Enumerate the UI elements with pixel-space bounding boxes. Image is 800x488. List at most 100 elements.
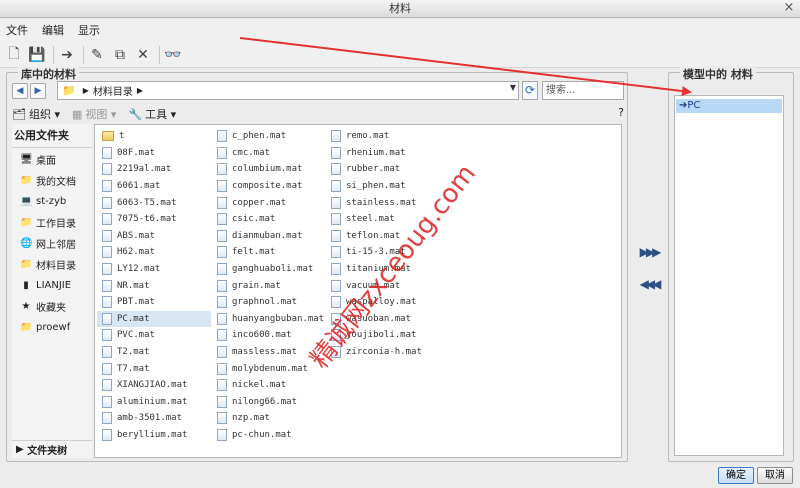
file-item[interactable]: amb-3501.mat <box>97 410 211 427</box>
arrow-right-icon[interactable]: ➔ <box>57 45 77 65</box>
glasses-icon[interactable]: 👓 <box>163 45 183 65</box>
model-materials-list: ➔PC <box>674 95 784 456</box>
forward-icon[interactable]: ▶ <box>30 83 46 99</box>
breadcrumb-materials[interactable]: 材料目录 <box>93 83 133 98</box>
file-item[interactable]: molybdenum.mat <box>212 360 326 377</box>
file-item[interactable]: c_phen.mat <box>212 128 326 145</box>
ok-button[interactable]: 确定 <box>718 467 754 484</box>
file-item[interactable]: PBT.mat <box>97 294 211 311</box>
menu-view[interactable]: 显示 <box>78 22 100 38</box>
file-icon <box>331 229 341 242</box>
file-name: copper.mat <box>232 197 287 208</box>
file-name: steel.mat <box>346 214 395 225</box>
remove-from-model-button[interactable]: ◀◀◀ <box>636 274 662 294</box>
file-icon <box>102 412 112 425</box>
add-to-model-button[interactable]: ▶▶▶ <box>636 242 662 262</box>
sidebar-item-workdir[interactable]: 📁 工作目录 <box>12 213 92 232</box>
file-item[interactable]: columbium.mat <box>212 161 326 178</box>
workdir-icon: 📁 <box>20 216 33 228</box>
organize-menu[interactable]: 🗂 组织 ▾ <box>12 106 60 122</box>
file-item[interactable]: ABS.mat <box>97 228 211 245</box>
file-item[interactable]: graphnol.mat <box>212 294 326 311</box>
back-icon[interactable]: ◀ <box>12 83 28 99</box>
file-item[interactable]: PVC.mat <box>97 327 211 344</box>
file-item[interactable]: 6063-T5.mat <box>97 194 211 211</box>
file-item[interactable]: 7075-t6.mat <box>97 211 211 228</box>
file-item[interactable]: nickel.mat <box>212 377 326 394</box>
file-item[interactable]: ganghuaboli.mat <box>212 261 326 278</box>
file-item[interactable]: cmc.mat <box>212 145 326 162</box>
file-name: H62.mat <box>117 247 155 258</box>
close-icon[interactable]: × <box>782 1 796 16</box>
folder-tree-toggle[interactable]: ▶ 文件夹树 <box>12 440 92 458</box>
organize-icon: 🗂 <box>12 107 26 121</box>
file-item[interactable]: huanyangbuban.mat <box>212 311 326 328</box>
file-item[interactable]: rubber.mat <box>326 161 440 178</box>
documents-icon: 📁 <box>20 174 33 186</box>
file-name: si_phen.mat <box>346 181 406 192</box>
file-icon <box>102 346 112 359</box>
sidebar-item-materials[interactable]: 📁 材料目录 <box>12 255 92 274</box>
pencil-icon[interactable]: ✎ <box>87 45 107 65</box>
file-name: NR.mat <box>117 280 150 291</box>
sidebar-item-computer[interactable]: 💻 st-zyb <box>12 192 92 211</box>
menu-edit[interactable]: 编辑 <box>42 22 64 38</box>
sidebar-item-proewf[interactable]: 📁 proewf <box>12 318 92 337</box>
file-item[interactable]: T2.mat <box>97 344 211 361</box>
file-icon <box>217 196 227 209</box>
file-icon <box>331 213 341 226</box>
file-item[interactable]: rhenium.mat <box>326 145 440 162</box>
cancel-button[interactable]: 取消 <box>757 467 793 484</box>
file-icon <box>102 428 112 441</box>
file-item[interactable]: LY12.mat <box>97 261 211 278</box>
refresh-icon[interactable]: ⟳ <box>522 81 538 100</box>
file-item[interactable]: grain.mat <box>212 277 326 294</box>
file-name: c_phen.mat <box>232 131 287 142</box>
file-item[interactable]: remo.mat <box>326 128 440 145</box>
sidebar-item-network[interactable]: 🌐 网上邻居 <box>12 234 92 253</box>
file-item[interactable]: composite.mat <box>212 178 326 195</box>
file-item[interactable]: H62.mat <box>97 244 211 261</box>
save-icon[interactable]: 💾 <box>27 45 47 65</box>
sidebar-item-desktop[interactable]: 🖥 桌面 <box>12 150 92 169</box>
file-item[interactable]: felt.mat <box>212 244 326 261</box>
file-item[interactable]: XIANGJIAO.mat <box>97 377 211 394</box>
file-item[interactable]: beryllium.mat <box>97 427 211 444</box>
file-item[interactable]: T7.mat <box>97 360 211 377</box>
file-item[interactable]: PC.mat <box>97 310 211 328</box>
file-item[interactable]: 2219al.mat <box>97 161 211 178</box>
chevron-down-icon[interactable]: ▼ <box>510 83 516 92</box>
file-item[interactable]: aluminium.mat <box>97 394 211 411</box>
search-input[interactable]: 搜索... <box>542 81 624 100</box>
sidebar-item-documents[interactable]: 📁 我的文档 <box>12 171 92 190</box>
file-item[interactable]: csic.mat <box>212 211 326 228</box>
file-item[interactable]: 08F.mat <box>97 145 211 162</box>
file-item[interactable]: nzp.mat <box>212 410 326 427</box>
file-item[interactable]: dianmuban.mat <box>212 228 326 245</box>
folder-icon <box>102 131 114 142</box>
new-icon[interactable]: 🗋 <box>4 45 24 65</box>
file-icon <box>102 362 112 375</box>
file-item[interactable]: pc-chun.mat <box>212 427 326 444</box>
model-item[interactable]: ➔PC <box>676 99 782 113</box>
file-item[interactable]: si_phen.mat <box>326 178 440 195</box>
file-item[interactable]: t <box>97 128 211 145</box>
address-bar[interactable]: 📁 ▶ 材料目录 ▶ ▼ <box>57 81 519 100</box>
tools-menu[interactable]: 🔧 工具 ▾ <box>128 106 176 122</box>
sidebar-item-lianjie[interactable]: ▮ LIANJIE <box>12 276 92 295</box>
copy-icon[interactable]: ⧉ <box>110 45 130 65</box>
delete-icon[interactable]: ✕ <box>133 45 153 65</box>
file-name: dianmuban.mat <box>232 230 303 241</box>
file-item[interactable]: nilong66.mat <box>212 394 326 411</box>
file-item[interactable]: copper.mat <box>212 194 326 211</box>
file-item[interactable]: NR.mat <box>97 277 211 294</box>
sidebar-item-favorites[interactable]: ★ 收藏夹 <box>12 297 92 316</box>
menu-file[interactable]: 文件 <box>6 22 28 38</box>
sidebar-item-label: st-zyb <box>36 196 67 207</box>
help-icon[interactable]: ? <box>618 106 624 119</box>
file-icon <box>102 379 112 392</box>
file-name: PVC.mat <box>117 330 155 341</box>
view-menu[interactable]: ▦ 视图 ▾ <box>72 106 116 122</box>
file-item[interactable]: 6061.mat <box>97 178 211 195</box>
network-icon: 🌐 <box>20 237 33 249</box>
